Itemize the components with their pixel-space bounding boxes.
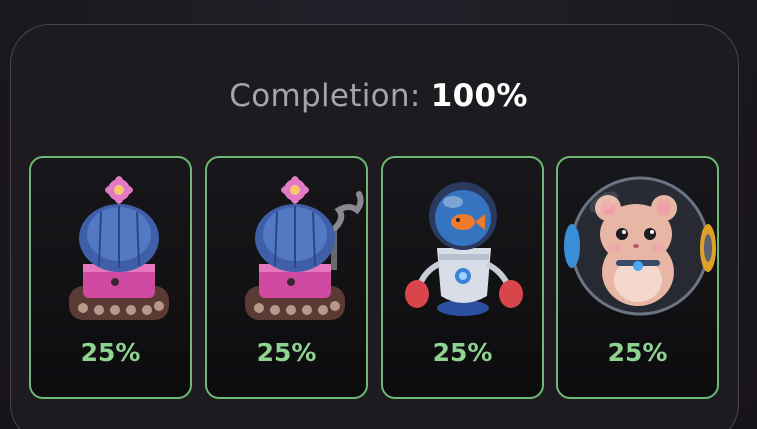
card-cactus-tank-smoking[interactable]: 25% bbox=[205, 156, 368, 399]
card-percent: 25% bbox=[607, 338, 668, 367]
card-hamster-ball[interactable]: 25% bbox=[556, 156, 719, 399]
card-row: 25% 25% 25% 25% bbox=[0, 156, 757, 400]
page: Completion: 100% 25% 25% 25% 25% bbox=[0, 0, 757, 429]
completion-label: Completion: bbox=[229, 78, 421, 114]
cactus-tank-icon bbox=[69, 176, 169, 320]
completion-title: Completion: 100% bbox=[0, 78, 757, 114]
hamster-ball-icon bbox=[564, 176, 716, 316]
cactus-tank-smoke-icon bbox=[245, 176, 364, 320]
card-percent: 25% bbox=[256, 338, 317, 367]
robot-fish-icon bbox=[405, 182, 523, 316]
card-percent: 25% bbox=[432, 338, 493, 367]
card-percent: 25% bbox=[80, 338, 141, 367]
card-fishbowl-robot[interactable]: 25% bbox=[381, 156, 544, 399]
card-cactus-tank[interactable]: 25% bbox=[29, 156, 192, 399]
completion-value: 100% bbox=[430, 78, 528, 114]
